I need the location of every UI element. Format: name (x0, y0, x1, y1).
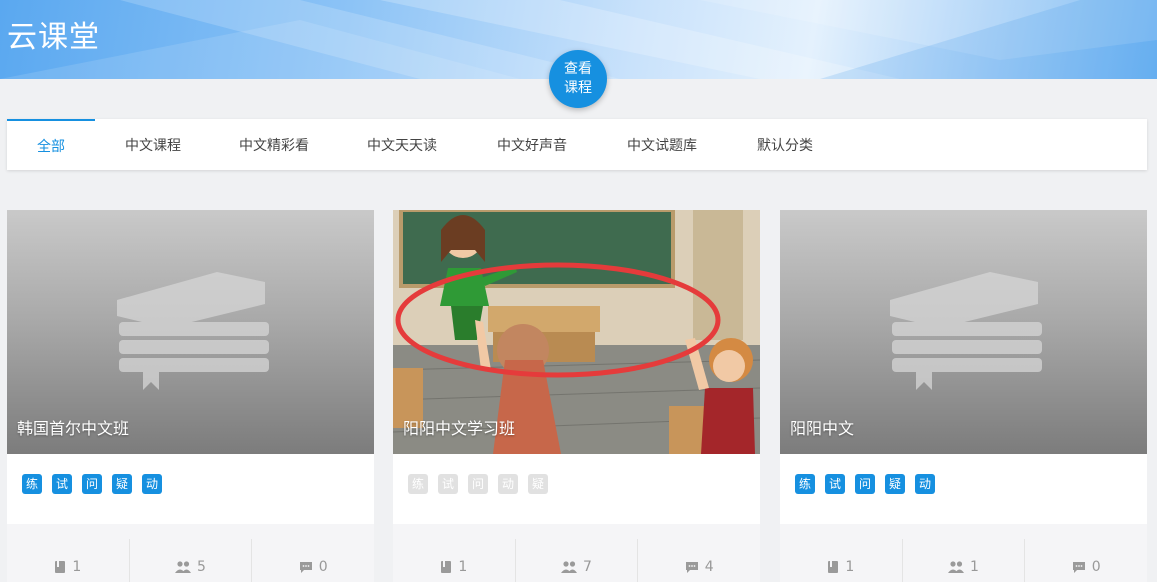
book-icon (55, 561, 66, 573)
feature-tags: 练 试 问 动 疑 (408, 474, 548, 494)
members-count: 5 (197, 559, 206, 575)
lessons-count: 1 (845, 559, 855, 575)
tab-chinese-daily-reading[interactable]: 中文天天读 (337, 119, 467, 170)
tag-activity[interactable]: 动 (142, 474, 162, 494)
course-title[interactable]: 韩国首尔中文班 (17, 415, 129, 439)
tab-chinese-course[interactable]: 中文课程 (95, 119, 211, 170)
tag-question[interactable]: 问 (855, 474, 875, 494)
book-icon (441, 561, 452, 573)
course-stats: 1 1 0 (780, 524, 1147, 582)
tab-default-category[interactable]: 默认分类 (727, 119, 843, 170)
tag-practice[interactable]: 练 (408, 474, 428, 494)
members-stat: 5 (130, 539, 253, 582)
tag-activity[interactable]: 动 (915, 474, 935, 494)
tab-all[interactable]: 全部 (7, 119, 95, 170)
tag-doubt[interactable]: 疑 (885, 474, 905, 494)
comment-icon (1072, 561, 1085, 573)
lessons-count: 1 (72, 559, 82, 575)
book-icon (828, 561, 839, 573)
tab-chinese-question-bank[interactable]: 中文试题库 (597, 119, 727, 170)
course-title[interactable]: 阳阳中文学习班 (403, 415, 515, 439)
course-title[interactable]: 阳阳中文 (790, 415, 854, 439)
comments-count: 0 (1091, 559, 1101, 575)
tag-test[interactable]: 试 (52, 474, 72, 494)
members-stat: 7 (516, 539, 639, 582)
comments-stat: 4 (638, 539, 760, 582)
view-courses-label-line2: 课程 (564, 80, 592, 96)
lessons-stat: 1 (7, 539, 130, 582)
view-courses-label-line1: 查看 (564, 61, 592, 77)
comment-icon (299, 561, 312, 573)
lessons-stat: 1 (780, 539, 903, 582)
tag-activity[interactable]: 动 (498, 474, 518, 494)
lessons-count: 1 (458, 559, 468, 575)
tab-chinese-highlights[interactable]: 中文精彩看 (211, 119, 337, 170)
course-stats: 1 7 4 (393, 524, 760, 582)
comment-icon (685, 561, 698, 573)
course-card[interactable]: 韩国首尔中文班 练 试 问 疑 动 1 5 0 (7, 210, 374, 582)
tag-doubt[interactable]: 疑 (112, 474, 132, 494)
comments-stat: 0 (252, 539, 374, 582)
app-brand: 云课堂 (7, 20, 100, 55)
tag-test[interactable]: 试 (825, 474, 845, 494)
tag-question[interactable]: 问 (82, 474, 102, 494)
course-card[interactable]: 阳阳中文学习班 练 试 问 动 疑 1 7 4 (393, 210, 760, 582)
comments-count: 4 (704, 559, 714, 575)
tag-practice[interactable]: 练 (22, 474, 42, 494)
tab-chinese-good-voice[interactable]: 中文好声音 (467, 119, 597, 170)
people-icon (948, 561, 965, 573)
course-stats: 1 5 0 (7, 524, 374, 582)
lessons-stat: 1 (393, 539, 516, 582)
category-tabs: 全部 中文课程 中文精彩看 中文天天读 中文好声音 中文试题库 默认分类 (7, 119, 1147, 170)
feature-tags: 练 试 问 疑 动 (22, 474, 162, 494)
tag-practice[interactable]: 练 (795, 474, 815, 494)
members-count: 7 (583, 559, 592, 575)
view-courses-button[interactable]: 查看 课程 (549, 50, 607, 108)
people-icon (561, 561, 578, 573)
tag-question[interactable]: 问 (468, 474, 488, 494)
comments-count: 0 (318, 559, 328, 575)
feature-tags: 练 试 问 疑 动 (795, 474, 935, 494)
tag-test[interactable]: 试 (438, 474, 458, 494)
comments-stat: 0 (1025, 539, 1147, 582)
course-card[interactable]: 阳阳中文 练 试 问 疑 动 1 1 0 (780, 210, 1147, 582)
people-icon (175, 561, 192, 573)
members-stat: 1 (903, 539, 1026, 582)
tag-doubt[interactable]: 疑 (528, 474, 548, 494)
members-count: 1 (970, 559, 979, 575)
